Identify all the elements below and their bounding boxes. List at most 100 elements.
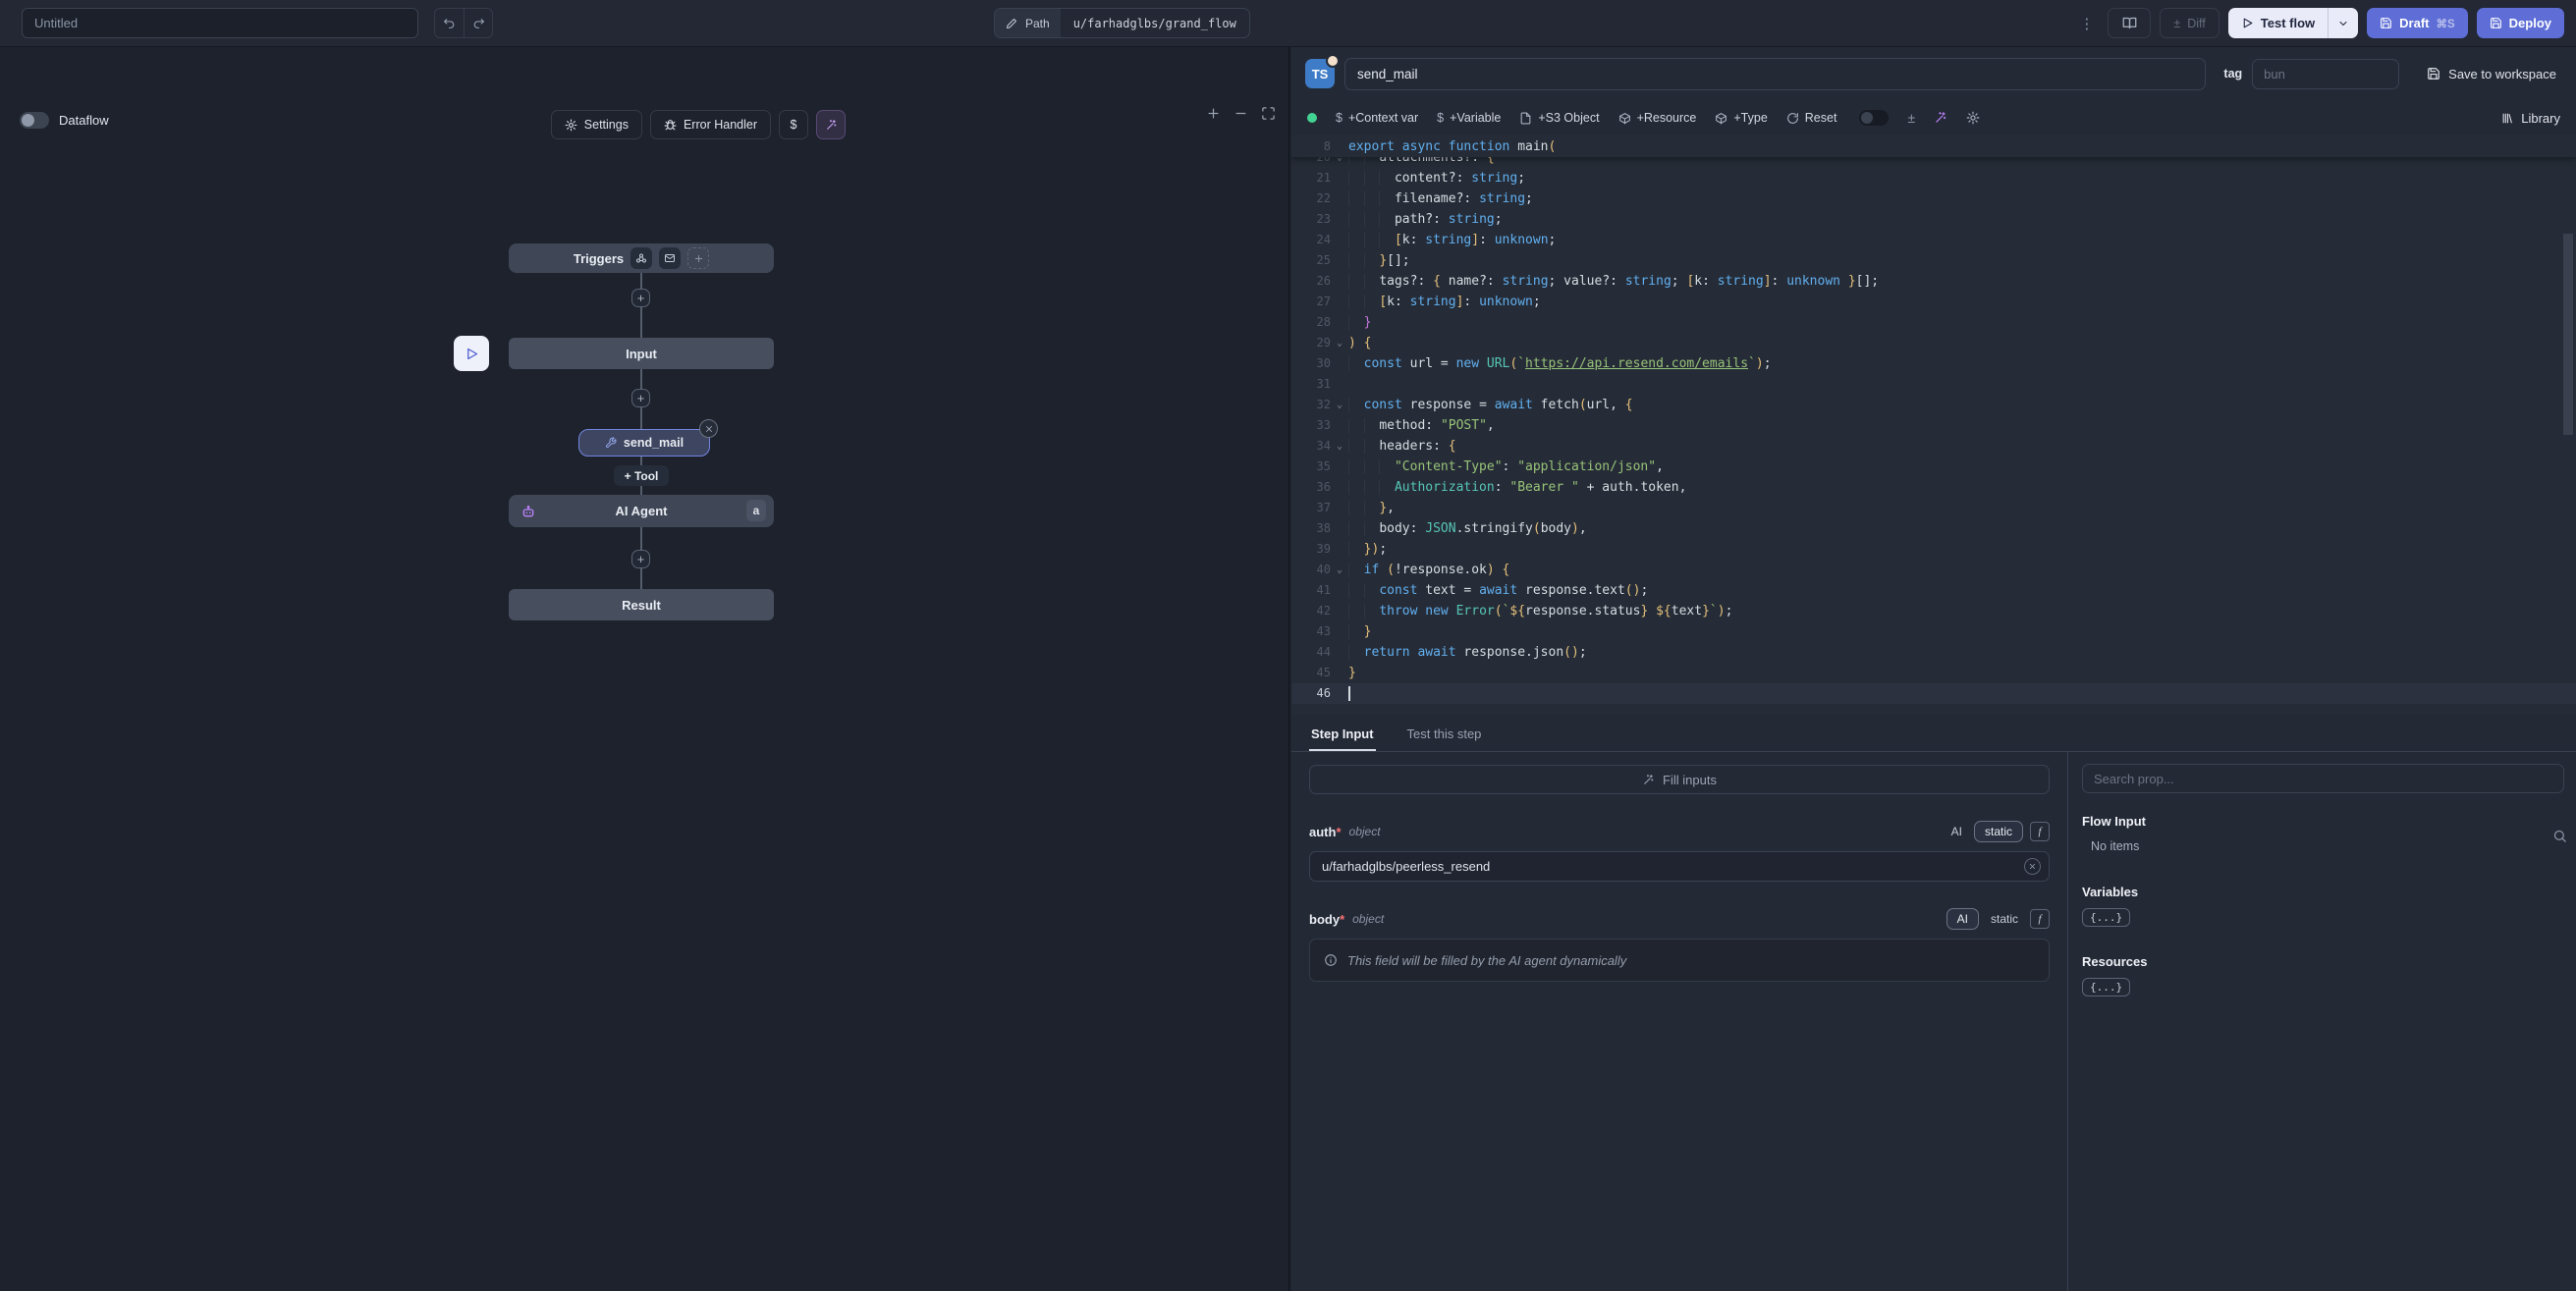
code-line-32[interactable]: 32⌄ const response = await fetch(url, {: [1291, 395, 2576, 415]
dataflow-toggle[interactable]: [20, 112, 49, 129]
insert-step-button[interactable]: +: [631, 389, 650, 407]
code-line-46[interactable]: 46: [1291, 683, 2576, 704]
body-expression-button[interactable]: f: [2030, 909, 2050, 929]
settings-button[interactable]: Settings: [551, 110, 642, 139]
editor-mode-toggle[interactable]: [1859, 110, 1889, 126]
undo-icon: [443, 17, 456, 29]
diff-button[interactable]: ± Diff: [2160, 8, 2219, 38]
code-line-35[interactable]: 35 "Content-Type": "application/json",: [1291, 457, 2576, 477]
code-line-33[interactable]: 33 method: "POST",: [1291, 415, 2576, 436]
code-line-38[interactable]: 38 body: JSON.stringify(body),: [1291, 518, 2576, 539]
wand-icon: [1642, 774, 1655, 786]
email-trigger-chip[interactable]: [659, 247, 681, 269]
redo-button[interactable]: [464, 9, 492, 37]
more-menu-button[interactable]: ⋮: [2075, 15, 2099, 32]
add-resource-button[interactable]: +Resource: [1618, 111, 1697, 125]
code-line-29[interactable]: 29⌄) {: [1291, 333, 2576, 353]
code-editor[interactable]: 20⌄ attachments?: {21 content?: string;2…: [1291, 135, 2576, 715]
body-ai-mode-button[interactable]: AI: [1946, 908, 1979, 930]
node-ai-agent[interactable]: AI Agent a: [509, 495, 774, 527]
code-line-36[interactable]: 36 Authorization: "Bearer " + auth.token…: [1291, 477, 2576, 498]
bug-icon: [664, 119, 677, 132]
save-to-workspace-button[interactable]: Save to workspace: [2421, 67, 2562, 81]
test-flow-dropdown[interactable]: [2328, 8, 2358, 38]
diff-mode-button[interactable]: ±: [1907, 110, 1915, 126]
auth-ai-mode-button[interactable]: AI: [1946, 822, 1967, 841]
library-button[interactable]: Library: [2501, 111, 2560, 126]
code-line-21[interactable]: 21 content?: string;: [1291, 168, 2576, 188]
tab-step-input[interactable]: Step Input: [1309, 726, 1376, 751]
resources-object-chip[interactable]: {...}: [2082, 978, 2130, 996]
code-line-39[interactable]: 39 });: [1291, 539, 2576, 560]
code-line-27[interactable]: 27 [k: string]: unknown;: [1291, 292, 2576, 312]
auth-resource-input[interactable]: [1309, 851, 2050, 882]
code-line-45[interactable]: 45}: [1291, 663, 2576, 683]
add-s3-object-button[interactable]: +S3 Object: [1519, 111, 1599, 125]
node-result[interactable]: Result: [509, 589, 774, 620]
add-variable-button[interactable]: $ +Variable: [1437, 111, 1501, 125]
path-label: Path: [1025, 17, 1050, 30]
toggle-knob: [22, 114, 34, 127]
code-line-31[interactable]: 31: [1291, 374, 2576, 395]
code-line-30[interactable]: 30 const url = new URL(`https://api.rese…: [1291, 353, 2576, 374]
insert-step-button[interactable]: +: [631, 550, 650, 568]
code-line-26[interactable]: 26 tags?: { name?: string; value?: strin…: [1291, 271, 2576, 292]
draft-button[interactable]: Draft ⌘S: [2367, 8, 2468, 38]
zoom-in-icon[interactable]: [1206, 106, 1221, 121]
docs-button[interactable]: [2108, 8, 2151, 38]
fill-inputs-button[interactable]: Fill inputs: [1309, 765, 2050, 794]
node-triggers[interactable]: Triggers: [509, 243, 774, 273]
code-line-41[interactable]: 41 const text = await response.text();: [1291, 580, 2576, 601]
code-line-37[interactable]: 37 },: [1291, 498, 2576, 518]
search-prop-input[interactable]: [2082, 764, 2564, 793]
editor-settings-gear-icon[interactable]: [1966, 111, 1980, 125]
code-line-44[interactable]: 44 return await response.json();: [1291, 642, 2576, 663]
code-line-8[interactable]: 8export async function main(: [1291, 135, 2576, 157]
variables-object-chip[interactable]: {...}: [2082, 908, 2130, 927]
tag-input[interactable]: [2252, 59, 2399, 89]
body-static-mode-button[interactable]: static: [1986, 909, 2023, 929]
code-line-23[interactable]: 23 path?: string;: [1291, 209, 2576, 230]
insert-step-button[interactable]: +: [631, 289, 650, 307]
test-flow-main[interactable]: Test flow: [2228, 8, 2328, 38]
code-line-25[interactable]: 25 }[];: [1291, 250, 2576, 271]
code-line-42[interactable]: 42 throw new Error(`${response.status} $…: [1291, 601, 2576, 621]
code-line-28[interactable]: 28 }: [1291, 312, 2576, 333]
step-name-input[interactable]: [1344, 58, 2206, 90]
node-send-mail[interactable]: send_mail: [578, 429, 710, 457]
tab-test-this-step[interactable]: Test this step: [1405, 726, 1484, 751]
add-type-button[interactable]: +Type: [1715, 111, 1767, 125]
dollar-button[interactable]: $: [779, 110, 808, 139]
code-line-22[interactable]: 22 filename?: string;: [1291, 188, 2576, 209]
test-flow-button[interactable]: Test flow: [2228, 8, 2358, 38]
flow-header-buttons: Settings Error Handler $: [551, 110, 846, 139]
code-line-24[interactable]: 24 [k: string]: unknown;: [1291, 230, 2576, 250]
package-icon: [1715, 112, 1727, 125]
deploy-button[interactable]: Deploy: [2477, 8, 2564, 38]
remove-tool-button[interactable]: [699, 419, 718, 438]
editor-scrollbar[interactable]: [2563, 234, 2573, 435]
zoom-out-icon[interactable]: [1233, 106, 1248, 121]
code-line-43[interactable]: 43 }: [1291, 621, 2576, 642]
fit-view-icon[interactable]: [1261, 106, 1276, 121]
webhook-trigger-chip[interactable]: [630, 247, 652, 269]
auth-static-mode-button[interactable]: static: [1974, 821, 2023, 842]
add-context-var-button[interactable]: $ +Context var: [1336, 111, 1418, 125]
search-icon[interactable]: [2552, 829, 2567, 843]
ai-wand-icon[interactable]: [1934, 111, 1947, 125]
path-chip[interactable]: Path u/farhadglbs/grand_flow: [994, 8, 1250, 38]
undo-button[interactable]: [435, 9, 464, 37]
auth-clear-button[interactable]: [2024, 858, 2041, 875]
error-handler-button[interactable]: Error Handler: [650, 110, 771, 139]
reset-button[interactable]: Reset: [1786, 111, 1837, 125]
auth-expression-button[interactable]: f: [2030, 822, 2050, 841]
flow-summary-input[interactable]: [22, 8, 418, 38]
ai-wand-button[interactable]: [816, 110, 846, 139]
code-line-34[interactable]: 34⌄ headers: {: [1291, 436, 2576, 457]
add-trigger-chip[interactable]: [687, 247, 709, 269]
node-input[interactable]: Input: [509, 338, 774, 369]
add-tool-button[interactable]: + Tool: [614, 465, 669, 486]
code-line-40[interactable]: 40⌄ if (!response.ok) {: [1291, 560, 2576, 580]
run-input-button[interactable]: [454, 336, 489, 371]
required-asterisk: *: [1336, 825, 1341, 839]
